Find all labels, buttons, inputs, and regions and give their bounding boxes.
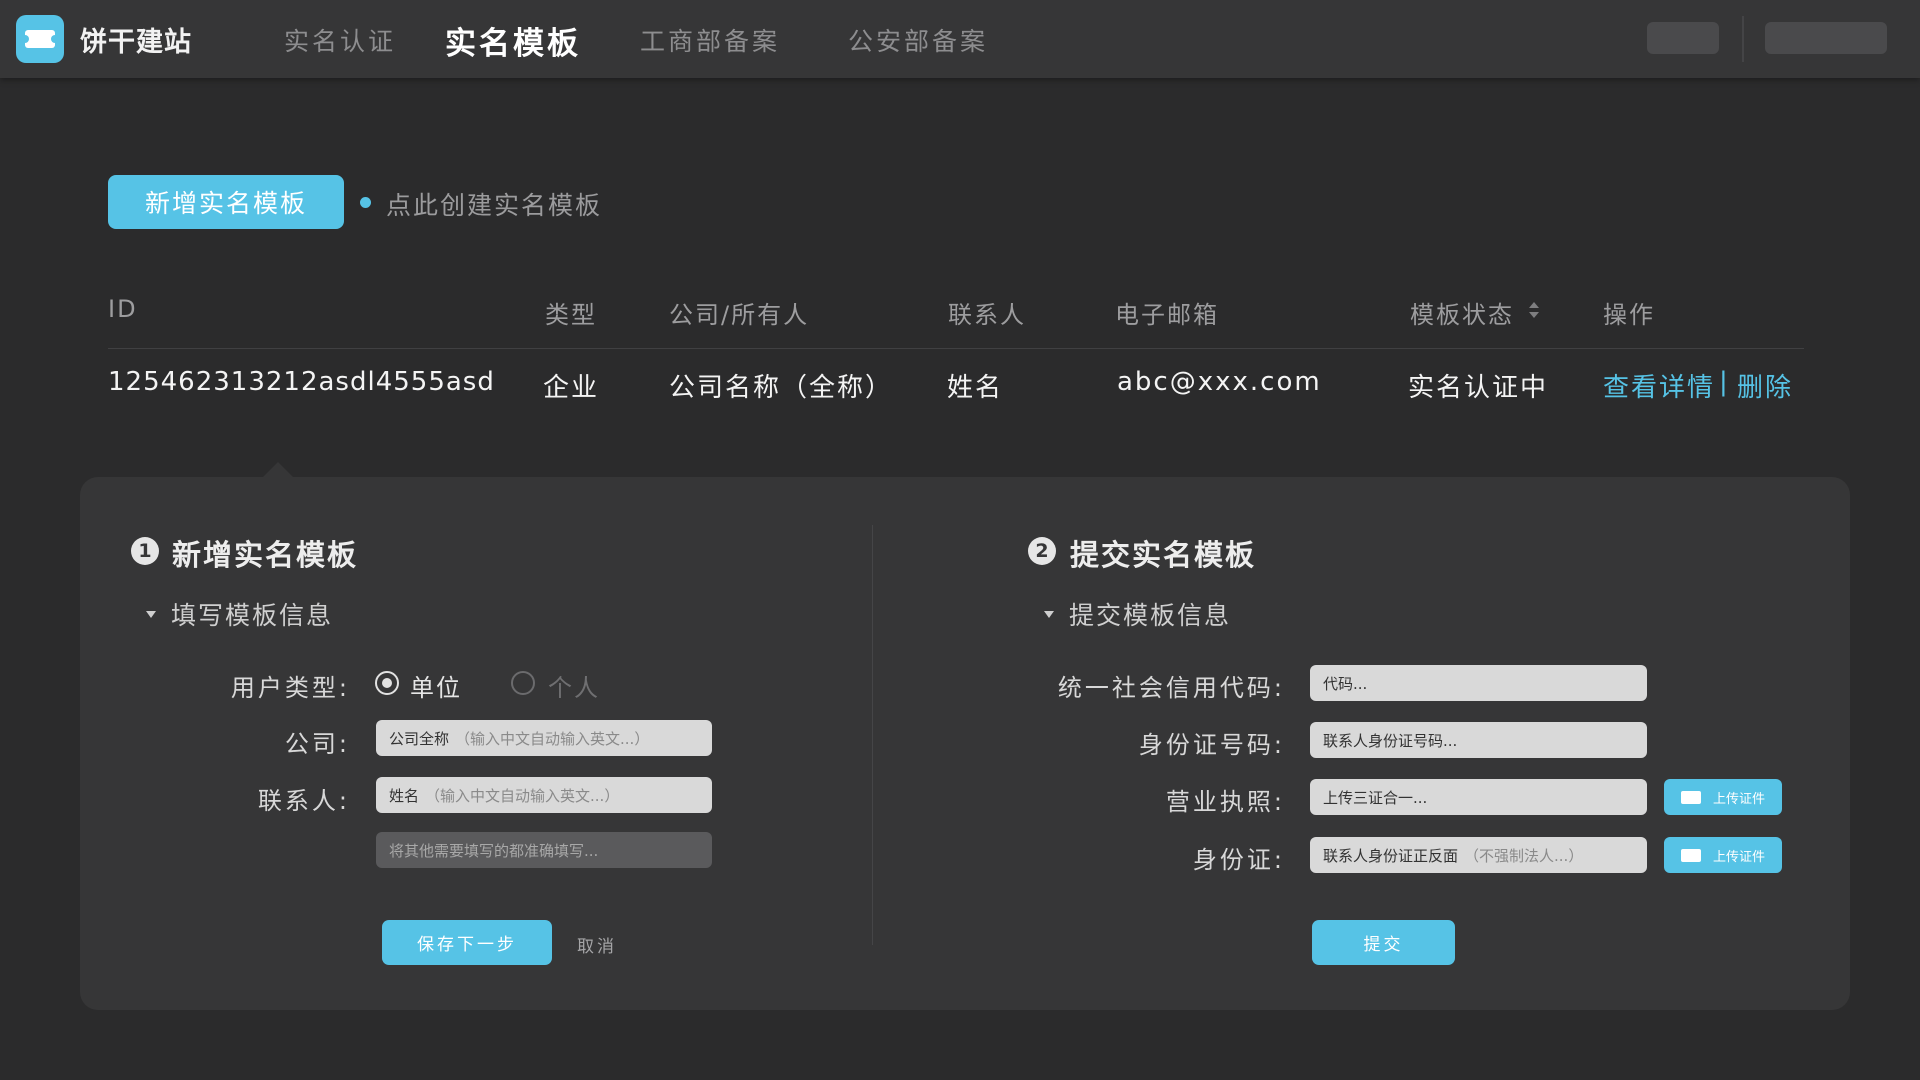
cell-email: abc@xxx.com: [1117, 367, 1322, 397]
nav-tab-real-name-auth[interactable]: 实名认证: [284, 22, 396, 58]
radio-personal[interactable]: [511, 671, 535, 695]
id-card-placeholder: （不强制法人...）: [1464, 846, 1584, 865]
fill-template-section-title[interactable]: 填写模板信息: [171, 596, 333, 632]
credit-code-input[interactable]: 代码...: [1310, 665, 1647, 701]
cell-status: 实名认证中: [1408, 373, 1549, 403]
radio-unit[interactable]: [375, 671, 399, 695]
upload-id-card-button[interactable]: 上传证件: [1664, 837, 1782, 873]
caret-down-icon[interactable]: [146, 611, 156, 618]
cell-contact: 姓名: [947, 373, 1004, 403]
user-type-label: 用户类型:: [230, 674, 350, 702]
submit-button[interactable]: 提交: [1312, 920, 1455, 965]
step-one-badge: 1: [131, 537, 159, 565]
column-header-contact: 联系人: [948, 301, 1026, 329]
submit-template-section-title[interactable]: 提交模板信息: [1069, 596, 1231, 632]
id-card-input[interactable]: 联系人身份证正反面 （不强制法人...）: [1310, 837, 1647, 873]
top-navigation-bar: 饼干建站 实名认证 实名模板 工商部备案 公安部备案: [0, 0, 1920, 78]
other-info-input[interactable]: 将其他需要填写的都准确填写...: [376, 832, 712, 868]
id-number-placeholder: 联系人身份证号码...: [1323, 731, 1458, 750]
company-input-placeholder: （输入中文自动输入英文...）: [455, 729, 650, 748]
sort-icon[interactable]: [1528, 300, 1540, 320]
cell-type: 企业: [543, 373, 600, 403]
table-divider: [108, 348, 1804, 349]
panel-divider: [872, 525, 873, 945]
step-two-badge: 2: [1028, 537, 1056, 565]
upload-ticket-icon: [1680, 790, 1701, 804]
column-header-company: 公司/所有人: [669, 301, 810, 329]
company-input[interactable]: 公司全称 （输入中文自动输入英文...）: [376, 720, 712, 756]
upload-license-label: 上传证件: [1712, 791, 1765, 807]
caret-down-icon[interactable]: [1044, 611, 1054, 618]
column-header-type: 类型: [545, 301, 597, 329]
brand-name: 饼干建站: [80, 27, 192, 58]
id-card-value: 联系人身份证正反面: [1323, 846, 1459, 865]
view-details-link[interactable]: 查看详情: [1603, 367, 1715, 404]
nav-tab-real-name-template[interactable]: 实名模板: [445, 18, 581, 63]
contact-input-value: 姓名: [389, 786, 420, 805]
header-user-placeholder[interactable]: [1765, 22, 1887, 54]
column-header-status[interactable]: 模板状态: [1410, 295, 1514, 330]
radio-personal-label[interactable]: 个人: [548, 668, 600, 703]
upload-id-card-label: 上传证件: [1712, 849, 1765, 865]
company-label: 公司:: [284, 730, 350, 758]
radio-unit-label[interactable]: 单位: [410, 668, 462, 703]
delete-link[interactable]: 删除: [1737, 367, 1793, 404]
contact-label: 联系人:: [257, 787, 350, 815]
contact-input[interactable]: 姓名 （输入中文自动输入英文...）: [376, 777, 712, 813]
credit-code-placeholder: 代码...: [1323, 674, 1368, 693]
cell-company: 公司名称（全称）: [669, 373, 894, 403]
business-license-placeholder: 上传三证合一...: [1323, 788, 1428, 807]
id-number-input[interactable]: 联系人身份证号码...: [1310, 722, 1647, 758]
cancel-button[interactable]: 取消: [577, 932, 617, 957]
action-separator: |: [1719, 367, 1730, 397]
other-info-placeholder: 将其他需要填写的都准确填写...: [389, 841, 599, 860]
step-two-title: 提交实名模板: [1070, 538, 1257, 572]
upload-license-button[interactable]: 上传证件: [1664, 779, 1782, 815]
save-next-button[interactable]: 保存下一步: [382, 920, 552, 965]
contact-input-placeholder: （输入中文自动输入英文...）: [425, 786, 620, 805]
id-number-label: 身份证号码:: [1138, 731, 1285, 759]
column-header-email: 电子邮箱: [1115, 301, 1219, 329]
upload-ticket-icon: [1680, 848, 1701, 862]
column-header-actions: 操作: [1603, 301, 1655, 329]
column-header-id: ID: [108, 295, 138, 323]
logo-icon[interactable]: [16, 15, 64, 63]
header-placeholder-button[interactable]: [1647, 22, 1719, 54]
business-license-label: 营业执照:: [1165, 788, 1285, 816]
company-input-value: 公司全称: [389, 729, 450, 748]
cell-id: 125462313212asdl4555asd: [108, 367, 495, 397]
credit-code-label: 统一社会信用代码:: [1057, 674, 1285, 702]
panel-pointer: [262, 462, 294, 478]
add-template-button[interactable]: 新增实名模板: [108, 175, 344, 229]
step-one-title: 新增实名模板: [172, 538, 359, 572]
hint-dot-icon: [360, 197, 371, 208]
header-divider: [1742, 16, 1744, 62]
business-license-input[interactable]: 上传三证合一...: [1310, 779, 1647, 815]
id-card-label: 身份证:: [1192, 846, 1285, 874]
nav-tab-icp-filing[interactable]: 工商部备案: [640, 22, 780, 58]
add-hint-text: 点此创建实名模板: [386, 191, 603, 220]
nav-tab-police-filing[interactable]: 公安部备案: [848, 22, 988, 58]
